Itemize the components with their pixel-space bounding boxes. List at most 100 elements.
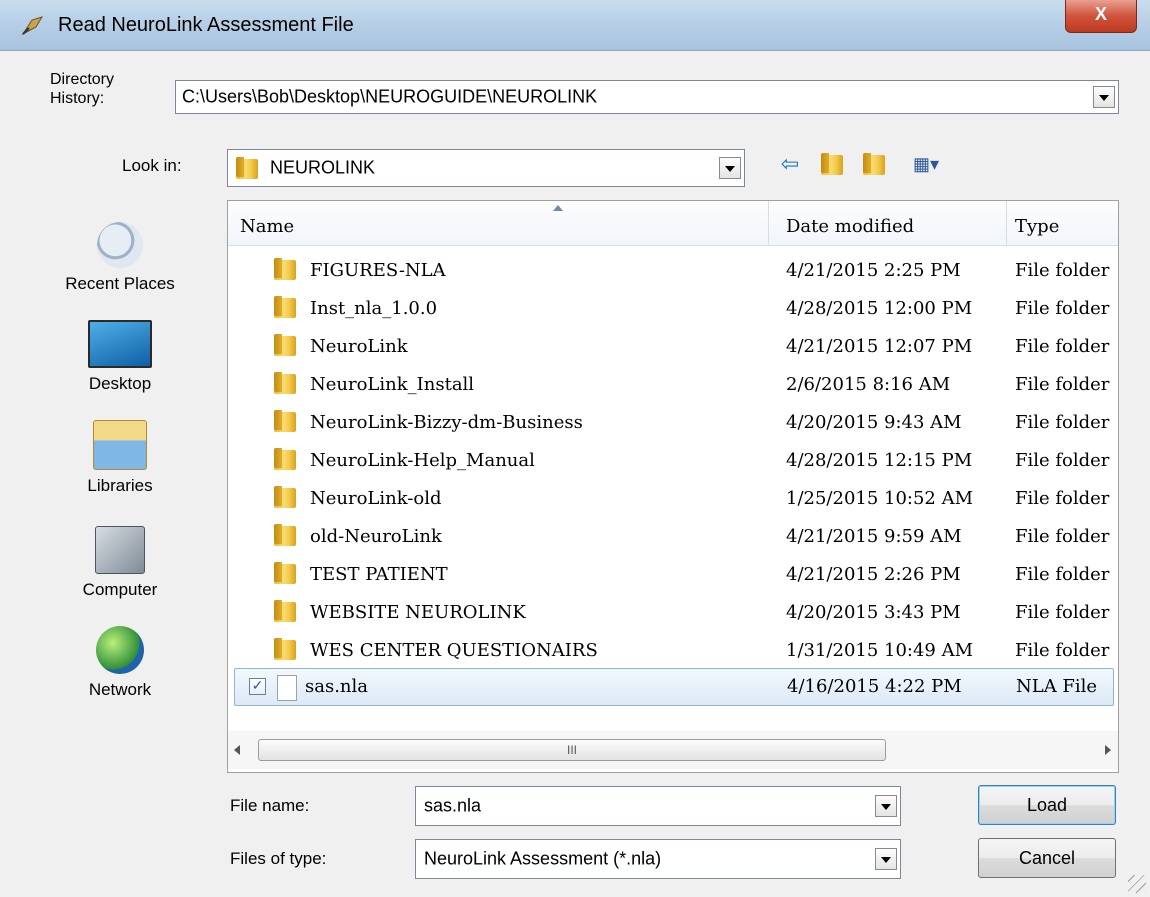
desktop-icon: [88, 320, 152, 368]
computer-icon: [95, 526, 145, 574]
place-label: Network: [88, 680, 152, 699]
item-type: File folder: [1015, 374, 1110, 395]
file-name-input[interactable]: sas.nla: [415, 786, 901, 826]
chevron-down-icon[interactable]: [875, 795, 897, 817]
place-libraries[interactable]: Libraries: [40, 420, 200, 496]
item-date: 4/20/2015 9:43 AM: [786, 412, 962, 433]
folder-icon: [274, 258, 296, 280]
list-item[interactable]: WEBSITE NEUROLINK 4/20/2015 3:43 PM File f…: [228, 592, 1118, 630]
item-type: File folder: [1015, 602, 1110, 623]
item-date: 4/20/2015 3:43 PM: [786, 602, 961, 623]
folder-icon: [274, 524, 296, 546]
list-item[interactable]: FIGURES-NLA 4/21/2015 2:25 PM File folder: [228, 250, 1118, 288]
new-folder-icon[interactable]: [860, 152, 888, 176]
folder-icon: [274, 410, 296, 432]
item-date: 2/6/2015 8:16 AM: [786, 374, 951, 395]
horizontal-scrollbar[interactable]: III: [228, 731, 1118, 769]
sort-ascending-icon: [553, 205, 563, 211]
folder-icon: [274, 638, 296, 660]
list-item-selected[interactable]: ✓ sas.nla 4/16/2015 4:22 PM NLA File: [234, 668, 1114, 706]
scroll-thumb[interactable]: III: [258, 739, 886, 761]
column-header-type[interactable]: Type: [1015, 201, 1059, 245]
scroll-right-icon[interactable]: [1105, 745, 1111, 755]
column-header-name[interactable]: Name: [240, 201, 294, 245]
close-button[interactable]: X: [1065, 0, 1137, 33]
place-computer[interactable]: Computer: [40, 526, 200, 600]
item-type: File folder: [1015, 260, 1110, 281]
directory-history-label: Directory History:: [50, 71, 115, 107]
folder-icon: [274, 448, 296, 470]
view-menu-icon[interactable]: ▦▾: [906, 152, 946, 176]
recent-places-icon: [97, 222, 143, 268]
resize-grip-icon[interactable]: [1128, 875, 1146, 893]
item-name: old-NeuroLink: [310, 526, 442, 547]
up-folder-icon[interactable]: [818, 152, 846, 176]
chevron-down-icon[interactable]: [875, 848, 897, 870]
column-divider[interactable]: [1006, 201, 1007, 245]
folder-icon: [821, 153, 843, 175]
file-icon: [277, 675, 297, 701]
file-type-select[interactable]: NeuroLink Assessment (*.nla): [415, 839, 901, 879]
back-icon[interactable]: ⇦: [776, 152, 804, 176]
item-date: 1/25/2015 10:52 AM: [786, 488, 974, 509]
chevron-down-icon[interactable]: [719, 157, 741, 179]
item-type: File folder: [1015, 298, 1110, 319]
item-name: NeuroLink-Help_Manual: [310, 450, 535, 471]
item-name: Inst_nla_1.0.0: [310, 298, 438, 319]
item-name: NeuroLink-old: [310, 488, 442, 509]
item-type: File folder: [1015, 336, 1110, 357]
file-list[interactable]: Name Date modified Type FIGURES-NLA 4/21/…: [227, 200, 1119, 773]
list-item[interactable]: Inst_nla_1.0.0 4/28/2015 12:00 PM File fol…: [228, 288, 1118, 326]
folder-icon: [236, 157, 258, 179]
item-type: File folder: [1015, 640, 1110, 661]
file-type-label: Files of type:: [230, 849, 327, 868]
place-desktop[interactable]: Desktop: [40, 320, 200, 394]
directory-history-select[interactable]: C:\Users\Bob\Desktop\NEUROGUIDE\NEUROLIN…: [175, 80, 1119, 114]
item-type: File folder: [1015, 526, 1110, 547]
directory-history-value: C:\Users\Bob\Desktop\NEUROGUIDE\NEUROLIN…: [182, 86, 598, 107]
item-name: NeuroLink_Install: [310, 374, 475, 395]
chevron-down-icon[interactable]: [1093, 86, 1115, 108]
file-name-label: File name:: [230, 796, 310, 815]
item-date: 4/21/2015 2:25 PM: [786, 260, 961, 281]
folder-icon: [274, 296, 296, 318]
item-date: 1/31/2015 10:49 AM: [786, 640, 974, 661]
place-label: Recent Places: [65, 274, 175, 293]
item-name: NeuroLink: [310, 336, 408, 357]
place-network[interactable]: Network: [40, 626, 200, 700]
checkbox-checked-icon[interactable]: ✓: [249, 678, 266, 695]
look-in-value: NEUROLINK: [270, 157, 376, 178]
item-date: 4/28/2015 12:00 PM: [786, 298, 973, 319]
scroll-left-icon[interactable]: [234, 745, 240, 755]
load-button[interactable]: Load: [978, 785, 1116, 825]
list-item[interactable]: NeuroLink 4/21/2015 12:07 PM File folder: [228, 326, 1118, 364]
item-date: 4/21/2015 12:07 PM: [786, 336, 973, 357]
list-item[interactable]: NeuroLink_Install 2/6/2015 8:16 AM File fo…: [228, 364, 1118, 402]
column-header-date[interactable]: Date modified: [786, 201, 914, 245]
item-name: WES CENTER QUESTIONAIRS: [310, 640, 598, 661]
list-item[interactable]: old-NeuroLink 4/21/2015 9:59 AM File folde…: [228, 516, 1118, 554]
folder-icon: [863, 153, 885, 175]
list-item[interactable]: WES CENTER QUESTIONAIRS 1/31/2015 10:49 A…: [228, 630, 1118, 668]
place-label: Desktop: [88, 374, 152, 393]
look-in-select[interactable]: NEUROLINK: [227, 149, 745, 187]
folder-icon: [274, 562, 296, 584]
place-recent-places[interactable]: Recent Places: [40, 222, 200, 294]
look-in-label: Look in:: [122, 156, 182, 175]
list-item[interactable]: NeuroLink-old 1/25/2015 10:52 AM File fold…: [228, 478, 1118, 516]
place-label: Libraries: [87, 476, 153, 495]
window-title: Read NeuroLink Assessment File: [58, 14, 354, 36]
file-type-value: NeuroLink Assessment (*.nla): [424, 848, 662, 869]
folder-icon: [274, 486, 296, 508]
list-item[interactable]: TEST PATIENT 4/21/2015 2:26 PM File folder: [228, 554, 1118, 592]
item-type: File folder: [1015, 488, 1110, 509]
list-header: Name Date modified Type: [228, 201, 1118, 246]
column-divider[interactable]: [768, 201, 769, 245]
title-bar: Read NeuroLink Assessment File X: [0, 0, 1150, 51]
cancel-button[interactable]: Cancel: [978, 838, 1116, 878]
item-name: NeuroLink-Bizzy-dm-Business: [310, 412, 583, 433]
list-item[interactable]: NeuroLink-Help_Manual 4/28/2015 12:15 PM F…: [228, 440, 1118, 478]
item-name: WEBSITE NEUROLINK: [310, 602, 526, 623]
network-icon: [96, 626, 144, 674]
list-item[interactable]: NeuroLink-Bizzy-dm-Business 4/20/2015 9:4…: [228, 402, 1118, 440]
